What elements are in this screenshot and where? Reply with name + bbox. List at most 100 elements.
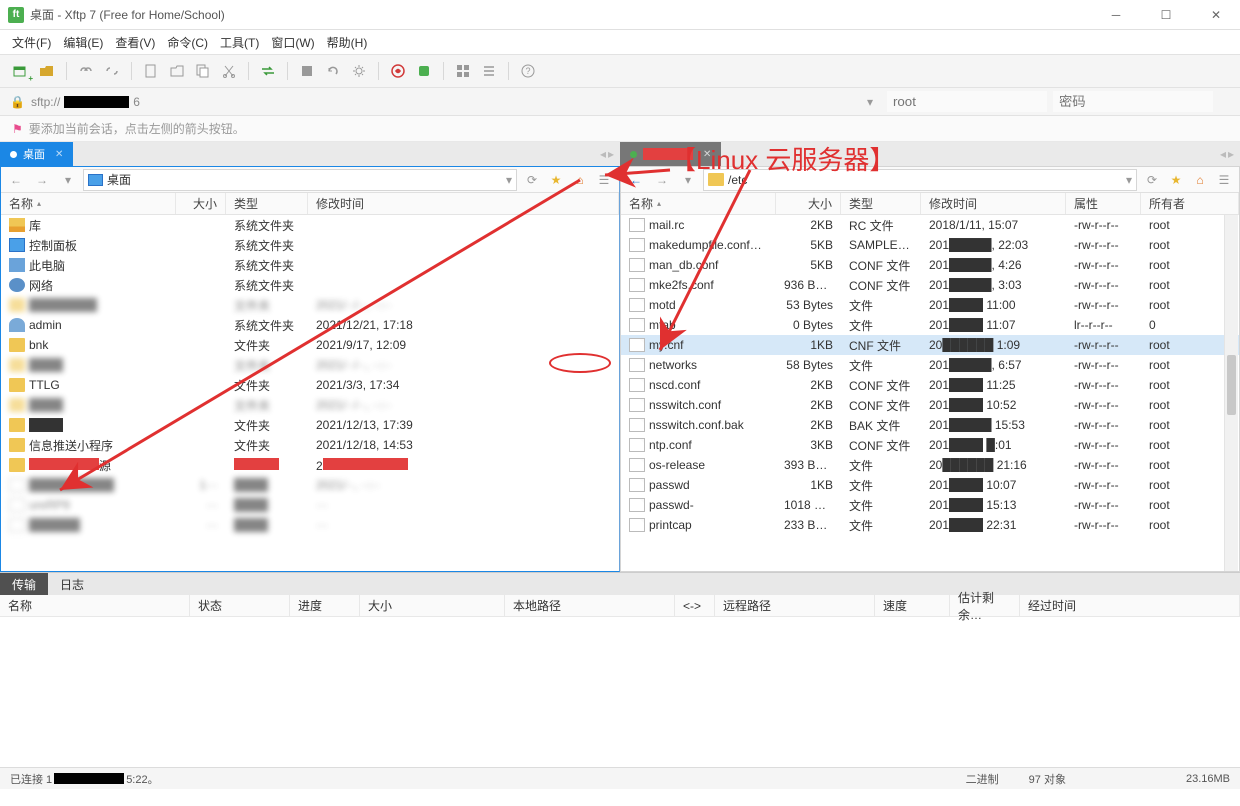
table-row[interactable]: TTLG文件夹2021/3/3, 17:34: [1, 375, 619, 395]
table-row[interactable]: mtab0 Bytes文件201████ 11:07lr--r--r--0: [621, 315, 1239, 335]
xcol-dir[interactable]: <->: [675, 595, 715, 616]
transfer-icon[interactable]: [257, 60, 279, 82]
star-icon[interactable]: ★: [545, 169, 567, 191]
table-row[interactable]: 库系统文件夹: [1, 215, 619, 235]
address-field[interactable]: sftp://6: [31, 95, 861, 109]
password-input[interactable]: [1053, 91, 1213, 112]
close-button[interactable]: ✕: [1200, 3, 1232, 27]
xftp-icon[interactable]: [413, 60, 435, 82]
nav-dropdown-icon[interactable]: ▾: [57, 169, 79, 191]
xshell-icon[interactable]: [387, 60, 409, 82]
table-row[interactable]: ntp.conf3KBCONF 文件201████ █:01-rw-r--r--…: [621, 435, 1239, 455]
tab-remote-server[interactable]: ✕: [620, 142, 721, 166]
tab-prev-icon[interactable]: ◂: [600, 147, 606, 161]
tab-next-icon[interactable]: ▸: [608, 147, 614, 161]
xcol-speed[interactable]: 速度: [875, 595, 950, 616]
col-name[interactable]: 名称: [621, 193, 776, 214]
copy-icon[interactable]: [192, 60, 214, 82]
table-row[interactable]: man_db.conf5KBCONF 文件201█████, 4:26-rw-r…: [621, 255, 1239, 275]
table-row[interactable]: mke2fs.conf936 BytesCONF 文件201█████, 3:0…: [621, 275, 1239, 295]
tab-transfer[interactable]: 传输: [0, 573, 48, 595]
tab-prev-icon[interactable]: ◂: [1220, 147, 1226, 161]
table-row[interactable]: os-release393 Bytes文件20██████ 21:16-rw-r…: [621, 455, 1239, 475]
table-row[interactable]: ████文件夹2021/12/13, 17:39: [1, 415, 619, 435]
tab-local-desktop[interactable]: 桌面 ✕: [0, 142, 73, 166]
nav-dropdown-icon[interactable]: ▾: [677, 169, 699, 191]
xcol-progress[interactable]: 进度: [290, 595, 360, 616]
tab-close-icon[interactable]: ✕: [703, 149, 711, 160]
new-session-icon[interactable]: +: [10, 60, 32, 82]
table-row[interactable]: ████████文件夹2021/··/··, ··:··: [1, 295, 619, 315]
address-dropdown-icon[interactable]: ▾: [867, 95, 881, 109]
table-row[interactable]: passwd-1018 Byt…文件201████ 15:13-rw-r--r-…: [621, 495, 1239, 515]
scrollbar-thumb[interactable]: [1227, 355, 1236, 415]
table-row[interactable]: 网络系统文件夹: [1, 275, 619, 295]
table-row[interactable]: bnk文件夹2021/9/17, 12:09: [1, 335, 619, 355]
scrollbar[interactable]: [1224, 215, 1238, 571]
minimize-button[interactable]: ─: [1100, 3, 1132, 27]
table-row[interactable]: admin系统文件夹2021/12/21, 17:18: [1, 315, 619, 335]
menu-help[interactable]: 帮助(H): [327, 34, 368, 51]
col-attr[interactable]: 属性: [1066, 193, 1141, 214]
col-size[interactable]: 大小: [176, 193, 226, 214]
xcol-local[interactable]: 本地路径: [505, 595, 675, 616]
refresh-icon[interactable]: ⟳: [521, 169, 543, 191]
tab-next-icon[interactable]: ▸: [1228, 147, 1234, 161]
list-icon[interactable]: [478, 60, 500, 82]
tab-close-icon[interactable]: ✕: [55, 149, 63, 160]
table-row[interactable]: printcap233 Bytes文件201████ 22:31-rw-r--r…: [621, 515, 1239, 535]
xcol-status[interactable]: 状态: [190, 595, 290, 616]
menu-file[interactable]: 文件(F): [12, 34, 51, 51]
star-icon[interactable]: ★: [1165, 169, 1187, 191]
help-icon[interactable]: ?: [517, 60, 539, 82]
xcol-remote[interactable]: 远程路径: [715, 595, 875, 616]
menu-edit[interactable]: 编辑(E): [63, 34, 103, 51]
table-row[interactable]: ████文件夹2021/··/··, ··:··: [1, 395, 619, 415]
table-row[interactable]: nscd.conf2KBCONF 文件201████ 11:25-rw-r--r…: [621, 375, 1239, 395]
refresh-icon[interactable]: [322, 60, 344, 82]
col-date[interactable]: 修改时间: [308, 193, 619, 214]
maximize-button[interactable]: ☐: [1150, 3, 1182, 27]
link-icon[interactable]: [75, 60, 97, 82]
table-row[interactable]: ██████████1···████2021/··, ··:··: [1, 475, 619, 495]
path-input-remote[interactable]: /etc ▾: [703, 169, 1137, 191]
table-row[interactable]: ureRP9···████···: [1, 495, 619, 515]
path-dropdown-icon[interactable]: ▾: [506, 173, 512, 187]
new-file-icon[interactable]: [140, 60, 162, 82]
tab-log[interactable]: 日志: [48, 573, 96, 595]
table-row[interactable]: 此电脑系统文件夹: [1, 255, 619, 275]
user-input[interactable]: [887, 91, 1047, 112]
table-row[interactable]: motd53 Bytes文件201████ 11:00-rw-r--r--roo…: [621, 295, 1239, 315]
col-date[interactable]: 修改时间: [921, 193, 1066, 214]
list-icon[interactable]: ☰: [593, 169, 615, 191]
new-folder-icon[interactable]: [166, 60, 188, 82]
menu-command[interactable]: 命令(C): [167, 34, 208, 51]
col-type[interactable]: 类型: [841, 193, 921, 214]
col-owner[interactable]: 所有者: [1141, 193, 1239, 214]
back-icon[interactable]: ←: [5, 169, 27, 191]
gear-icon[interactable]: [348, 60, 370, 82]
open-session-icon[interactable]: [36, 60, 58, 82]
col-type[interactable]: 类型: [226, 193, 308, 214]
xcol-name[interactable]: 名称: [0, 595, 190, 616]
table-row[interactable]: 控制面板系统文件夹: [1, 235, 619, 255]
menu-tools[interactable]: 工具(T): [220, 34, 259, 51]
xcol-elapsed[interactable]: 经过时间: [1020, 595, 1240, 616]
table-row[interactable]: mail.rc2KBRC 文件2018/1/11, 15:07-rw-r--r-…: [621, 215, 1239, 235]
table-row[interactable]: nsswitch.conf2KBCONF 文件201████ 10:52-rw-…: [621, 395, 1239, 415]
refresh-icon[interactable]: ⟳: [1141, 169, 1163, 191]
table-row[interactable]: my.cnf1KBCNF 文件20██████ 1:09-rw-r--r--ro…: [621, 335, 1239, 355]
back-icon[interactable]: ←: [625, 169, 647, 191]
col-name[interactable]: 名称: [1, 193, 176, 214]
path-input-local[interactable]: 桌面 ▾: [83, 169, 517, 191]
forward-icon[interactable]: →: [651, 169, 673, 191]
cut-icon[interactable]: [218, 60, 240, 82]
table-row[interactable]: nsswitch.conf.bak2KBBAK 文件201█████ 15:53…: [621, 415, 1239, 435]
path-dropdown-icon[interactable]: ▾: [1126, 173, 1132, 187]
home-icon[interactable]: ⌂: [1189, 169, 1211, 191]
table-row[interactable]: 信息推送小程序文件夹2021/12/18, 14:53: [1, 435, 619, 455]
table-row[interactable]: 源2: [1, 455, 619, 475]
forward-icon[interactable]: →: [31, 169, 53, 191]
table-row[interactable]: ████文件夹2021/··/··, ··:··: [1, 355, 619, 375]
table-row[interactable]: makedumpfile.conf…5KBSAMPLE …201█████, 2…: [621, 235, 1239, 255]
